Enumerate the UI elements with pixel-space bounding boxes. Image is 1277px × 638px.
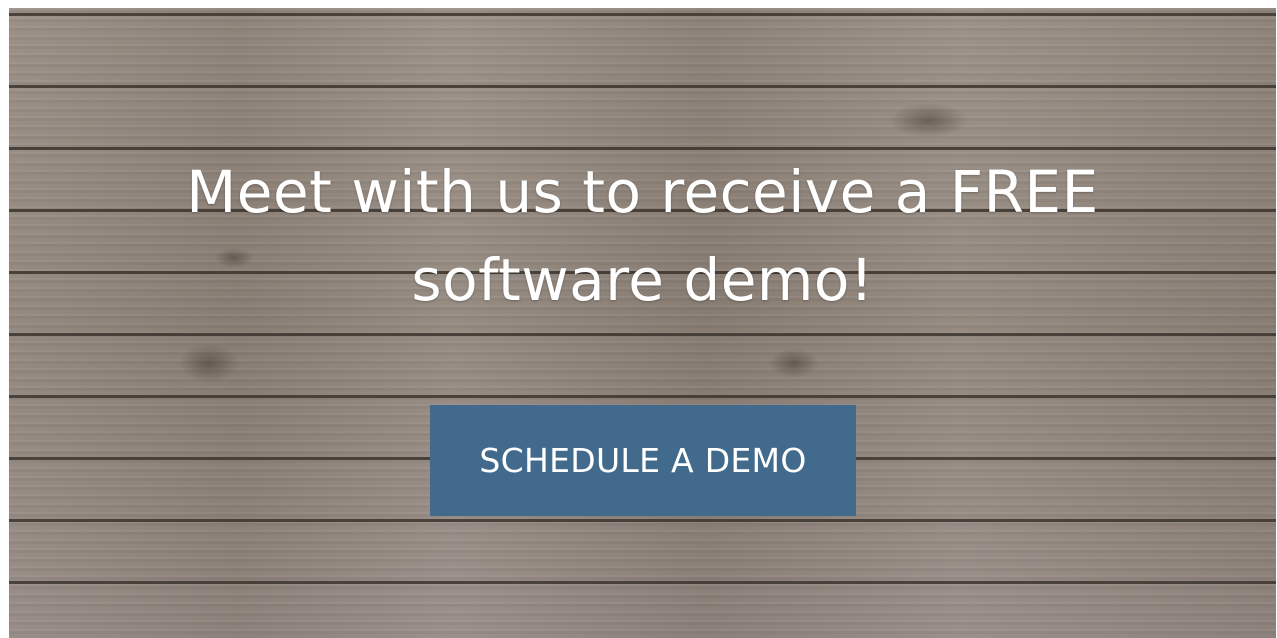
headline-line-1: Meet with us to receive a FREE xyxy=(186,158,1099,226)
hero-headline: Meet with us to receive a FREE software … xyxy=(79,148,1206,324)
hero-content: Meet with us to receive a FREE software … xyxy=(9,8,1276,638)
hero-banner: Meet with us to receive a FREE software … xyxy=(9,8,1276,638)
headline-line-2: software demo! xyxy=(411,246,874,314)
schedule-demo-button[interactable]: SCHEDULE A DEMO xyxy=(430,405,856,516)
